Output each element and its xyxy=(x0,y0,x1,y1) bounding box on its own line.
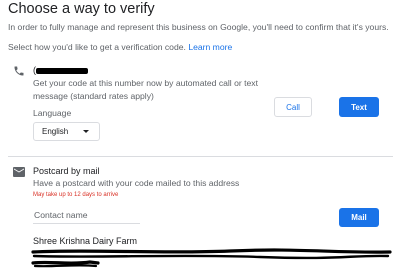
contact-name-field[interactable] xyxy=(33,205,140,224)
language-label: Language xyxy=(33,108,72,118)
language-select[interactable]: English xyxy=(33,122,100,141)
mail-icon xyxy=(13,167,25,177)
text-button[interactable]: Text xyxy=(339,97,379,117)
phone-number: ( xyxy=(33,65,88,75)
phone-number-redaction xyxy=(36,67,88,74)
divider xyxy=(8,156,393,157)
postcard-description: Have a postcard with your code mailed to… xyxy=(33,178,240,188)
call-button[interactable]: Call xyxy=(274,97,312,117)
phone-icon xyxy=(14,66,24,76)
select-instruction: Select how you'd like to get a verificat… xyxy=(8,42,232,52)
mail-button[interactable]: Mail xyxy=(339,208,379,227)
select-instruction-text: Select how you'd like to get a verificat… xyxy=(8,42,189,52)
chevron-down-icon xyxy=(83,130,89,133)
learn-more-link[interactable]: Learn more xyxy=(188,42,232,52)
page-title: Choose a way to verify xyxy=(8,1,155,17)
address-redaction xyxy=(31,248,392,268)
contact-name-input[interactable] xyxy=(33,206,140,224)
postcard-title: Postcard by mail xyxy=(33,166,100,176)
postcard-warning: May take up to 12 days to arrive xyxy=(33,192,119,198)
language-select-value: English xyxy=(42,127,69,136)
phone-description: Get your code at this number now by auto… xyxy=(33,78,258,101)
intro-text: In order to fully manage and represent t… xyxy=(8,22,389,32)
